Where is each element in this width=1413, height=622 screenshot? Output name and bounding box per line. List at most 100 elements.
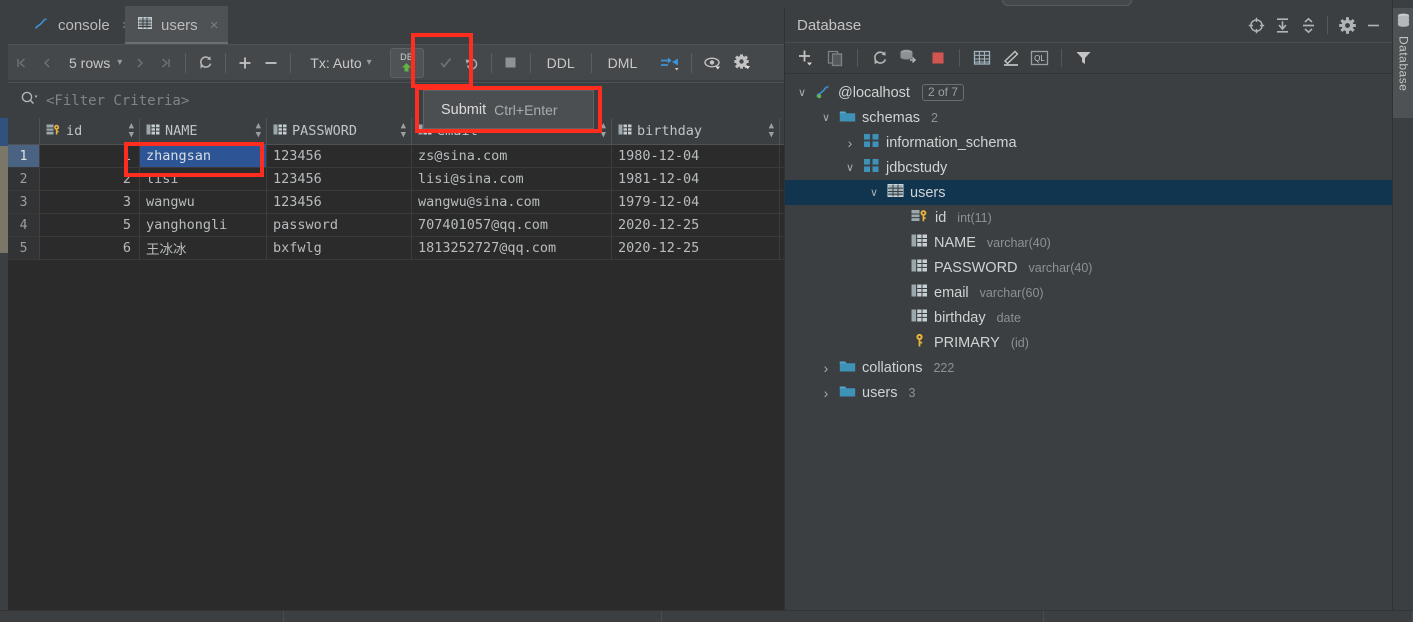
row-number[interactable]: 3	[8, 191, 40, 213]
filter-criteria-input[interactable]: <Filter Criteria>	[46, 93, 189, 109]
last-page-button[interactable]	[153, 48, 179, 78]
submit-to-db-button[interactable]: DB	[389, 47, 424, 78]
tree-node-id[interactable]: id int(11)	[785, 205, 1393, 230]
sort-indicator-icon[interactable]: ▲ ▼	[129, 122, 134, 140]
tree-node-schemas[interactable]: ∨ schemas 2	[785, 105, 1393, 130]
modify-table-icon[interactable]	[997, 45, 1024, 71]
chevron-down-icon[interactable]: ∨	[819, 111, 833, 124]
sort-indicator-icon[interactable]: ▲ ▼	[769, 122, 774, 140]
settings-icon[interactable]	[1334, 12, 1360, 38]
column-header-password[interactable]: PASSWORD ▲ ▼	[267, 118, 412, 144]
filter-bar[interactable]: <Filter Criteria>	[8, 82, 784, 118]
refresh-icon[interactable]	[866, 45, 893, 71]
cell-email[interactable]: 707401057@qq.com	[412, 214, 612, 236]
cell-birthday[interactable]: 1981-12-04	[612, 168, 780, 190]
chevron-down-icon[interactable]: ∨	[867, 186, 881, 199]
tree-node-password[interactable]: PASSWORD varchar(40)	[785, 255, 1393, 280]
row-number[interactable]: 1	[8, 145, 40, 167]
cell-name[interactable]: wangwu	[140, 191, 267, 213]
cell-name[interactable]: yanghongli	[140, 214, 267, 236]
cell-id[interactable]: 3	[40, 191, 140, 213]
cell-password[interactable]: 123456	[267, 168, 412, 190]
delete-row-button[interactable]	[258, 48, 284, 78]
row-number[interactable]: 4	[8, 214, 40, 236]
filter-icon[interactable]	[1070, 45, 1097, 71]
cell-password[interactable]: 123456	[267, 191, 412, 213]
cell-id[interactable]: 1	[40, 145, 140, 167]
table-row[interactable]: 3 3 wangwu 123456 wangwu@sina.com 1979-1…	[8, 191, 784, 214]
expand-all-icon[interactable]	[1269, 12, 1295, 38]
next-page-button[interactable]	[127, 48, 153, 78]
sort-indicator-icon[interactable]: ▲ ▼	[256, 122, 261, 140]
row-number[interactable]: 5	[8, 237, 40, 259]
tree-node-users[interactable]: ∨ users	[785, 180, 1393, 205]
cell-password[interactable]: 123456	[267, 145, 412, 167]
tree-node-jdbcstudy[interactable]: ∨ jdbcstudy	[785, 155, 1393, 180]
tree-node-email[interactable]: email varchar(60)	[785, 280, 1393, 305]
add-row-button[interactable]	[232, 48, 258, 78]
chevron-down-icon[interactable]: ∨	[843, 161, 857, 174]
table-row[interactable]: 5 6 王冰冰 bxfwlg 1813252727@qq.com 2020-12…	[8, 237, 784, 260]
cell-password[interactable]: bxfwlg	[267, 237, 412, 259]
ddl-button[interactable]: DDL	[537, 55, 585, 71]
table-row[interactable]: 4 5 yanghongli password 707401057@qq.com…	[8, 214, 784, 237]
add-data-source-icon[interactable]	[793, 45, 820, 71]
open-table-editor-icon[interactable]	[968, 45, 995, 71]
cell-password[interactable]: password	[267, 214, 412, 236]
tree-node-collations[interactable]: › collations 222	[785, 355, 1393, 380]
chevron-down-icon[interactable]: ∨	[795, 86, 809, 99]
cell-id[interactable]: 5	[40, 214, 140, 236]
duplicate-icon[interactable]	[822, 45, 849, 71]
collapse-all-icon[interactable]	[1295, 12, 1321, 38]
table-row[interactable]: 1 1 zhangsan 123456 zs@sina.com 1980-12-…	[8, 145, 784, 168]
tab-users[interactable]: users ×	[125, 6, 229, 44]
cell-email[interactable]: wangwu@sina.com	[412, 191, 612, 213]
row-number[interactable]: 2	[8, 168, 40, 190]
column-header-birthday[interactable]: birthday ▲ ▼	[612, 118, 780, 144]
cell-name[interactable]: zhangsan	[140, 145, 267, 167]
sort-indicator-icon[interactable]: ▲ ▼	[401, 122, 406, 140]
database-tool-tab[interactable]: Database	[1393, 8, 1413, 118]
column-header-name[interactable]: NAME ▲ ▼	[140, 118, 267, 144]
cell-email[interactable]: lisi@sina.com	[412, 168, 612, 190]
previous-page-button[interactable]	[34, 48, 60, 78]
cell-id[interactable]: 2	[40, 168, 140, 190]
first-page-button[interactable]	[8, 48, 34, 78]
stop-icon[interactable]	[924, 45, 951, 71]
chevron-right-icon[interactable]: ›	[843, 135, 857, 151]
transpose-button[interactable]	[655, 48, 685, 78]
cell-email[interactable]: zs@sina.com	[412, 145, 612, 167]
tree-node--localhost[interactable]: ∨ @localhost 2 of 7	[785, 80, 1393, 105]
cell-id[interactable]: 6	[40, 237, 140, 259]
row-count-selector[interactable]: 5 rows ▾	[60, 48, 127, 78]
cell-name[interactable]: lisi	[140, 168, 267, 190]
transaction-mode-selector[interactable]: Tx: Auto ▾	[297, 48, 376, 78]
cell-birthday[interactable]: 1979-12-04	[612, 191, 780, 213]
sync-schema-icon[interactable]	[895, 45, 922, 71]
hide-panel-icon[interactable]	[1360, 12, 1386, 38]
query-console-icon[interactable]: QL	[1026, 45, 1053, 71]
dml-button[interactable]: DML	[598, 55, 648, 71]
tree-node-name[interactable]: NAME varchar(40)	[785, 230, 1393, 255]
tree-node-birthday[interactable]: birthday date	[785, 305, 1393, 330]
sort-indicator-icon[interactable]: ▲ ▼	[601, 122, 606, 140]
rollback-button[interactable]	[459, 48, 485, 78]
view-options-button[interactable]	[698, 48, 728, 78]
chevron-right-icon[interactable]: ›	[819, 385, 833, 401]
locate-icon[interactable]	[1243, 12, 1269, 38]
commit-button[interactable]	[433, 48, 459, 78]
close-icon[interactable]: ×	[210, 18, 219, 33]
search-icon[interactable]	[20, 90, 38, 111]
stop-button[interactable]	[498, 48, 524, 78]
cell-name[interactable]: 王冰冰	[140, 237, 267, 259]
tree-node-users[interactable]: › users 3	[785, 380, 1393, 405]
cell-birthday[interactable]: 2020-12-25	[612, 214, 780, 236]
cell-birthday[interactable]: 1980-12-04	[612, 145, 780, 167]
grid-settings-button[interactable]	[728, 48, 758, 78]
table-row[interactable]: 2 2 lisi 123456 lisi@sina.com 1981-12-04	[8, 168, 784, 191]
chevron-right-icon[interactable]: ›	[819, 360, 833, 376]
tab-console[interactable]: console ×	[22, 6, 140, 44]
cell-email[interactable]: 1813252727@qq.com	[412, 237, 612, 259]
tree-node-primary[interactable]: PRIMARY (id)	[785, 330, 1393, 355]
column-header-id[interactable]: id ▲ ▼	[40, 118, 140, 144]
